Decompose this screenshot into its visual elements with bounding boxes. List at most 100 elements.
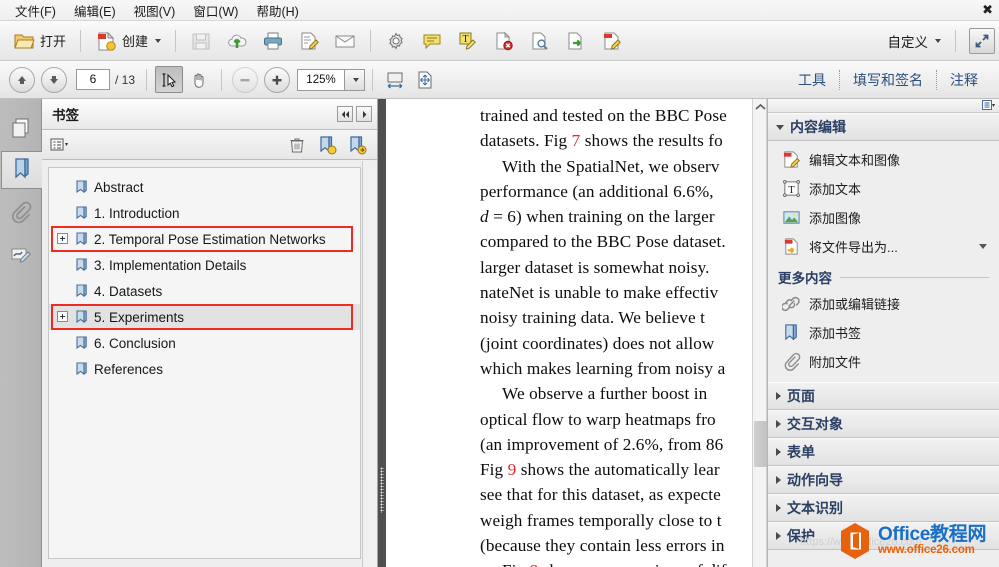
menu-view[interactable]: 视图(V): [125, 0, 185, 22]
bookmark-item-abstract[interactable]: Abstract: [49, 174, 360, 200]
arrow-down-icon: [50, 75, 58, 84]
bookmark-icon: [75, 205, 88, 221]
zoom-level-input[interactable]: 125%: [297, 68, 346, 91]
customize-button[interactable]: 自定义: [881, 26, 949, 56]
action-label: 添加文本: [809, 182, 862, 197]
create-button[interactable]: 创建: [88, 26, 168, 56]
section-header-text-recognition[interactable]: 文本识别: [768, 494, 999, 522]
section-header-protection[interactable]: 保护: [768, 522, 999, 550]
menu-edit[interactable]: 编辑(E): [65, 0, 125, 22]
chevron-down-icon: [352, 77, 359, 82]
panel-expand-button[interactable]: [356, 106, 372, 122]
action-add-or-edit-link[interactable]: 添加或编辑链接: [768, 289, 999, 318]
rail-item-page-thumbnails[interactable]: [2, 109, 40, 147]
bookmark-item-experiments[interactable]: 5. Experiments: [49, 304, 360, 330]
edit-text-image-icon: [782, 150, 801, 169]
close-icon[interactable]: ✖: [982, 3, 993, 16]
protect-document-button[interactable]: [486, 26, 522, 56]
document-line: performance (an additional 6.6%,: [480, 179, 766, 204]
section-header-interactive-objects[interactable]: 交互对象: [768, 410, 999, 438]
expand-toggle-icon[interactable]: [57, 311, 68, 322]
document-text: shows the automatically lear: [516, 460, 720, 480]
attach-file-icon: [782, 352, 801, 371]
rail-item-attachments[interactable]: [2, 193, 40, 231]
action-label: 添加图像: [809, 211, 862, 226]
zoom-in-button[interactable]: [264, 66, 291, 93]
action-edit-text-and-images[interactable]: 编辑文本和图像: [768, 145, 999, 174]
section-header-pages[interactable]: 页面: [768, 382, 999, 410]
comment-button[interactable]: [414, 26, 450, 56]
action-add-image[interactable]: 添加图像: [768, 203, 999, 232]
chevron-right-icon: [776, 420, 781, 428]
section-title: 内容编辑: [790, 119, 846, 135]
rail-item-bookmarks[interactable]: [1, 151, 42, 189]
document-scrollbar[interactable]: [752, 99, 767, 567]
edit-document-button[interactable]: [594, 26, 630, 56]
delete-bookmark-icon[interactable]: [285, 133, 309, 157]
panel-options-icon[interactable]: [982, 100, 995, 111]
bookmark-item-implementation-details[interactable]: 3. Implementation Details: [49, 252, 360, 278]
bookmark-options-menu[interactable]: [48, 133, 72, 157]
tab-comment[interactable]: 注释: [937, 70, 991, 90]
sign-document-button[interactable]: [291, 26, 327, 56]
new-bookmark-icon[interactable]: [315, 133, 339, 157]
double-chevron-left-icon: [341, 110, 349, 118]
toolbar-divider: [372, 68, 374, 91]
bookmark-item-temporal-pose-estimation-networks[interactable]: 2. Temporal Pose Estimation Networks: [49, 226, 360, 252]
highlight-text-button[interactable]: T: [450, 26, 486, 56]
hand-tool-button[interactable]: [185, 66, 213, 93]
document-text: optical flow to warp heatmaps fro: [480, 409, 716, 429]
rail-item-signatures[interactable]: [2, 235, 40, 273]
zoom-dropdown-button[interactable]: [345, 68, 366, 91]
page-number-input[interactable]: 6: [76, 69, 110, 90]
pdf-page: trained and tested on the BBC Pose datas…: [386, 99, 766, 567]
search-document-button[interactable]: [522, 26, 558, 56]
previous-page-button[interactable]: [9, 66, 35, 93]
email-button[interactable]: [327, 26, 363, 56]
scroll-up-button[interactable]: [753, 99, 768, 115]
action-attach-file[interactable]: 附加文件: [768, 347, 999, 376]
action-add-text[interactable]: T 添加文本: [768, 174, 999, 203]
splitter-grip[interactable]: [380, 467, 384, 513]
print-button[interactable]: [255, 26, 291, 56]
fit-page-button[interactable]: [411, 66, 439, 93]
scrollbar-thumb[interactable]: [754, 421, 767, 467]
section-title: 保护: [787, 528, 815, 544]
export-document-button[interactable]: [558, 26, 594, 56]
action-export-file-as[interactable]: 将文件导出为...: [768, 232, 999, 261]
chevron-down-icon[interactable]: [979, 244, 987, 249]
bookmark-item-datasets[interactable]: 4. Datasets: [49, 278, 360, 304]
save-button[interactable]: [183, 26, 219, 56]
select-tool-button[interactable]: [155, 66, 184, 93]
zoom-out-button[interactable]: [232, 66, 259, 93]
section-header-content-editing[interactable]: 内容编辑: [768, 113, 999, 141]
expand-toggle-icon[interactable]: [57, 233, 68, 244]
section-header-action-wizard[interactable]: 动作向导: [768, 466, 999, 494]
fit-width-button[interactable]: [381, 66, 409, 93]
cloud-upload-button[interactable]: [219, 26, 255, 56]
tab-tools[interactable]: 工具: [785, 70, 839, 90]
settings-button[interactable]: [378, 26, 414, 56]
tab-fill-sign[interactable]: 填写和签名: [840, 70, 936, 90]
chevron-down-icon[interactable]: [935, 38, 941, 43]
menu-window[interactable]: 窗口(W): [184, 0, 247, 22]
bookmark-item-conclusion[interactable]: 6. Conclusion: [49, 330, 360, 356]
document-line: We observe a further boost in: [480, 381, 766, 406]
action-add-bookmark[interactable]: 添加书签: [768, 318, 999, 347]
bookmark-item-references[interactable]: References: [49, 356, 360, 382]
menu-bar: 文件(F) 编辑(E) 视图(V) 窗口(W) 帮助(H) ✖: [0, 0, 999, 21]
panel-collapse-button[interactable]: [337, 106, 353, 122]
open-button[interactable]: 打开: [6, 26, 73, 56]
bookmark-item-introduction[interactable]: 1. Introduction: [49, 200, 360, 226]
menu-help[interactable]: 帮助(H): [247, 0, 307, 22]
document-view[interactable]: trained and tested on the BBC Pose datas…: [386, 99, 766, 567]
panel-splitter[interactable]: [378, 99, 386, 567]
chevron-down-icon[interactable]: [155, 38, 162, 43]
section-header-forms[interactable]: 表单: [768, 438, 999, 466]
next-page-button[interactable]: [41, 66, 67, 93]
fullscreen-button[interactable]: [969, 27, 995, 54]
edit-bookmark-icon[interactable]: [345, 133, 369, 157]
gear-icon: [385, 30, 407, 52]
bookmarks-scrollbar[interactable]: [362, 161, 377, 567]
menu-file[interactable]: 文件(F): [6, 0, 65, 22]
